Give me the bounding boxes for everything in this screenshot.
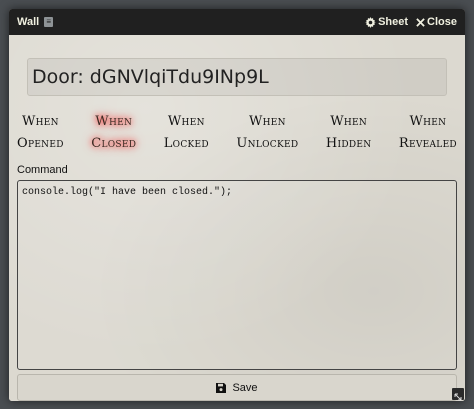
tab-when-closed[interactable]: When Closed bbox=[91, 111, 136, 151]
resize-handle[interactable] bbox=[452, 388, 464, 401]
save-button[interactable]: Save bbox=[17, 374, 457, 401]
sheet-label: Sheet bbox=[378, 16, 409, 28]
tab-when-revealed[interactable]: When Revealed bbox=[399, 111, 457, 151]
tab-label-line1: When bbox=[409, 114, 447, 129]
window-content: Door: dGNVlqiTdu9INp9L When Opened When … bbox=[9, 35, 465, 401]
tab-label-line2: Hidden bbox=[325, 136, 372, 151]
window-title: Wall ≡ bbox=[17, 16, 54, 28]
gear-icon bbox=[365, 16, 377, 28]
tab-label-line2: Closed bbox=[91, 136, 137, 151]
window-titlebar[interactable]: Wall ≡ Sheet Close bbox=[9, 9, 465, 35]
tab-label-line1: When bbox=[248, 114, 286, 129]
tab-label-line1: When bbox=[330, 114, 368, 129]
tab-label-line2: Revealed bbox=[398, 136, 457, 151]
tab-label-line2: Opened bbox=[17, 136, 64, 151]
tab-label-line1: When bbox=[167, 114, 205, 129]
tab-when-hidden[interactable]: When Hidden bbox=[326, 111, 372, 151]
tab-label-line1: When bbox=[21, 114, 59, 129]
trigger-tabs: When Opened When Closed When Locked When… bbox=[17, 111, 457, 151]
tab-label-line2: Unlocked bbox=[236, 136, 299, 151]
close-icon bbox=[416, 17, 425, 27]
document-icon: ≡ bbox=[44, 17, 54, 27]
door-name-heading: Door: dGNVlqiTdu9INp9L bbox=[27, 58, 447, 96]
tab-when-locked[interactable]: When Locked bbox=[164, 111, 209, 151]
close-label: Close bbox=[427, 16, 457, 28]
tab-label-line2: Locked bbox=[163, 136, 209, 151]
close-button[interactable]: Close bbox=[416, 16, 457, 28]
tab-when-opened[interactable]: When Opened bbox=[17, 111, 64, 151]
resize-icon bbox=[454, 393, 462, 401]
sheet-button[interactable]: Sheet bbox=[365, 16, 408, 28]
wall-config-window: Wall ≡ Sheet Close Door: dGNVlqiTdu9INp9… bbox=[9, 9, 465, 401]
tab-when-unlocked[interactable]: When Unlocked bbox=[236, 111, 298, 151]
save-label: Save bbox=[232, 381, 258, 394]
command-textarea[interactable]: console.log("I have been closed."); bbox=[17, 180, 457, 370]
save-icon bbox=[216, 382, 227, 393]
window-title-text: Wall bbox=[17, 16, 40, 28]
command-label: Command bbox=[17, 164, 68, 176]
tab-label-line1: When bbox=[95, 114, 133, 129]
